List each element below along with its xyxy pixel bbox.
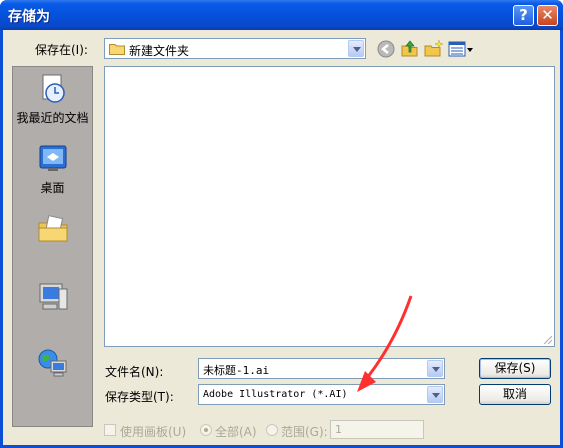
save-in-value: 新建文件夹 [129, 44, 190, 58]
all-label: 全部(A) [215, 425, 257, 439]
folder-icon [109, 44, 125, 55]
chevron-down-icon[interactable] [427, 386, 443, 403]
range-radio[interactable] [266, 424, 278, 436]
filetype-value: Adobe Illustrator (*.AI) [203, 389, 348, 400]
my-computer-icon [39, 283, 68, 310]
place-recent-label: 我最近的文档 [16, 111, 89, 125]
save-in-label: 保存在(I): [35, 43, 88, 57]
save-in-dropdown[interactable]: 新建文件夹 [104, 38, 366, 59]
use-artboards-checkbox[interactable] [104, 424, 116, 436]
cancel-button[interactable]: 取消 [479, 384, 551, 405]
close-button[interactable]: ✕ [537, 5, 558, 26]
network-places-icon [38, 349, 67, 377]
window-title: 存储为 [8, 9, 50, 25]
chevron-down-icon[interactable] [427, 360, 443, 377]
filetype-label: 保存类型(T): [105, 390, 174, 404]
desktop-icon [39, 145, 67, 171]
view-menu-icon[interactable] [448, 39, 474, 59]
save-as-dialog: 存储为 ? ✕ 保存在(I): 新建文件夹 我最近的文档 桌面 文件名(N): … [0, 0, 563, 448]
title-bar[interactable]: 存储为 ? ✕ [0, 0, 563, 30]
filename-value: 未标题-1.ai [203, 364, 270, 377]
dialog-body: 保存在(I): 新建文件夹 我最近的文档 桌面 文件名(N): 未标题-1.ai… [3, 30, 560, 445]
new-folder-icon[interactable] [424, 39, 444, 59]
back-icon[interactable] [376, 39, 396, 59]
all-radio[interactable] [200, 424, 212, 436]
places-bar: 我最近的文档 桌面 [12, 66, 93, 427]
use-artboards-label: 使用画板(U) [120, 425, 187, 439]
up-folder-icon[interactable] [400, 39, 420, 59]
range-label: 范围(G): [281, 425, 328, 439]
save-button[interactable]: 保存(S) [479, 358, 551, 379]
recent-documents-icon [42, 74, 65, 103]
range-input[interactable]: 1 [330, 420, 424, 439]
annotation-arrow [357, 295, 413, 392]
range-value: 1 [335, 423, 342, 436]
filename-label: 文件名(N): [105, 365, 164, 379]
place-desktop-label: 桌面 [40, 181, 65, 195]
resize-grip-icon[interactable] [542, 334, 553, 345]
chevron-down-icon[interactable] [348, 40, 364, 57]
file-list[interactable] [104, 66, 555, 347]
help-button[interactable]: ? [513, 5, 534, 26]
my-documents-icon [38, 215, 68, 242]
